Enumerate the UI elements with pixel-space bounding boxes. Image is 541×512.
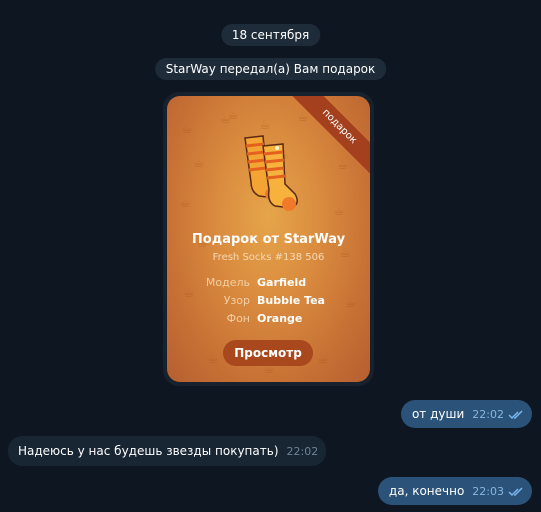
bubble-tea-icon: ☕ (183, 286, 195, 301)
bubble-tea-icon: ☕ (181, 122, 193, 137)
outgoing-message[interactable]: да, конечно 22:03 (377, 477, 532, 505)
gift-subtitle: Fresh Socks #138 506 (212, 252, 325, 263)
bubble-tea-icon: ☕ (227, 108, 239, 123)
date-separator: 18 сентября (220, 24, 321, 46)
message-text: Надеюсь у нас будешь звезды покупать) (18, 444, 279, 458)
message-time: 22:02 (286, 445, 319, 458)
bubble-tea-icon: ☕ (317, 352, 329, 367)
service-message: StarWay передал(а) Вам подарок (154, 58, 387, 80)
attribute-key: Узор (223, 294, 250, 307)
bubble-tea-icon: ☕ (297, 110, 309, 125)
gift-card[interactable]: ☕☕☕☕☕☕☕☕☕☕☕☕☕☕☕☕☕ подарок Подарок от Sta… (167, 96, 370, 382)
double-check-icon (508, 409, 523, 419)
message-time: 22:03 (472, 485, 504, 498)
attribute-key: Модель (205, 276, 250, 289)
bubble-tea-icon: ☕ (337, 158, 349, 173)
attribute-value: Orange (257, 312, 303, 325)
bubble-tea-icon: ☕ (179, 196, 191, 211)
bubble-tea-icon: ☕ (259, 118, 271, 133)
attribute-value: Bubble Tea (257, 294, 325, 307)
gift-title: Подарок от StarWay (191, 232, 346, 247)
gift-message[interactable]: ☕☕☕☕☕☕☕☕☕☕☕☕☕☕☕☕☕ подарок Подарок от Sta… (163, 92, 374, 386)
incoming-message[interactable]: Надеюсь у нас будешь звезды покупать) 22:… (8, 436, 327, 466)
bubble-tea-icon: ☕ (207, 352, 219, 367)
attribute-key: Фон (226, 312, 250, 325)
socks-icon (244, 135, 298, 211)
outgoing-message[interactable]: от души 22:02 (400, 400, 532, 428)
view-gift-button[interactable]: Просмотр (223, 340, 313, 366)
bubble-tea-icon: ☕ (193, 156, 205, 171)
bubble-tea-icon: ☕ (333, 204, 345, 219)
message-time: 22:02 (472, 408, 504, 421)
double-check-icon (508, 486, 523, 496)
message-text: да, конечно (388, 484, 465, 498)
attribute-value: Garfield (257, 276, 307, 289)
bubble-tea-icon: ☕ (345, 296, 357, 311)
message-text: от души (411, 407, 465, 421)
